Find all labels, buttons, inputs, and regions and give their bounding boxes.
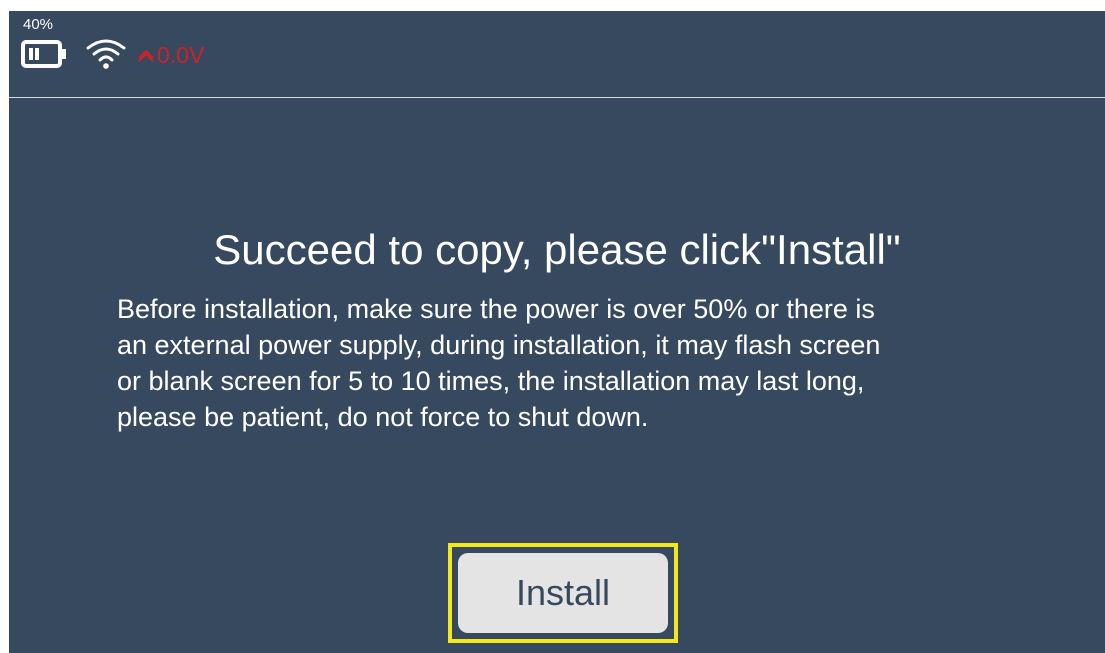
message-line-2: an external power supply, during install… (117, 330, 881, 360)
wifi-icon (86, 39, 126, 69)
install-button[interactable]: Install (458, 553, 668, 633)
screen: 40% 0.0V Succeed to copy, please click"I… (9, 11, 1105, 653)
status-bar: 40% 0.0V (9, 11, 1105, 97)
dialog-message: Before installation, make sure the power… (117, 291, 1017, 435)
voltage-warning-icon (138, 49, 154, 62)
message-line-1: Before installation, make sure the power… (117, 294, 875, 324)
dialog-title: Succeed to copy, please click"Install" (213, 226, 901, 273)
message-line-3: or blank screen for 5 to 10 times, the i… (117, 366, 865, 396)
battery-percent: 40% (23, 16, 54, 33)
voltage-indicator: 0.0V (138, 42, 204, 68)
voltage-value: 0.0V (157, 42, 205, 68)
status-divider (9, 97, 1105, 98)
install-button-highlight: Install (448, 543, 678, 643)
battery-icon (21, 40, 66, 68)
message-line-4: please be patient, do not force to shut … (117, 402, 649, 432)
